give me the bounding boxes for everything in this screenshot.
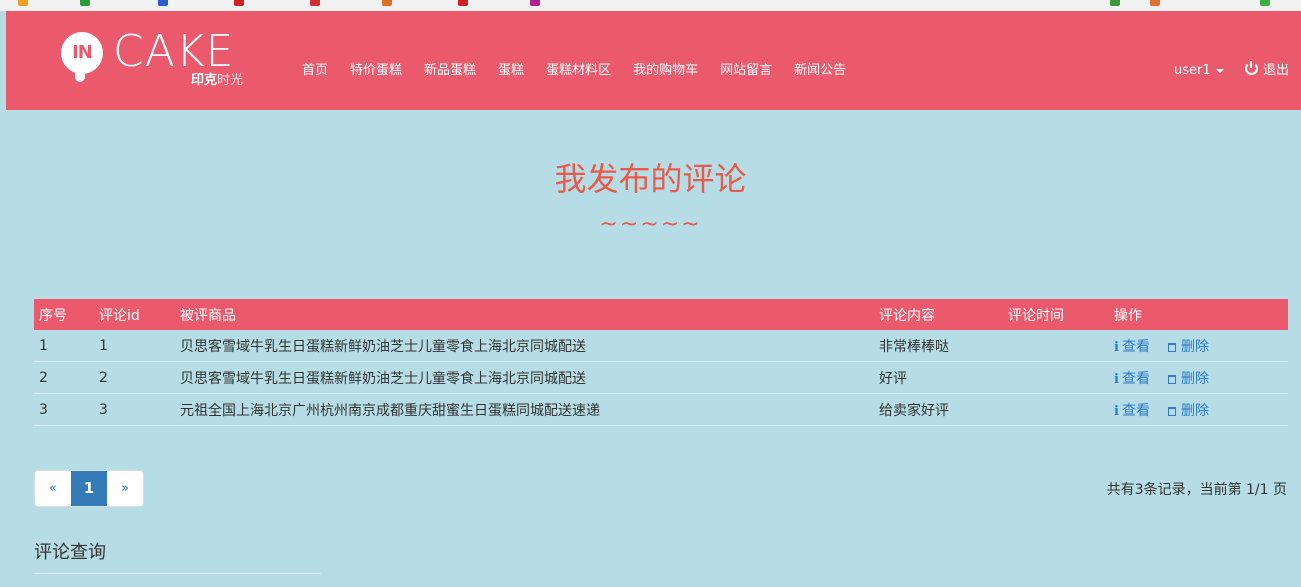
comments-table: 序号 评论id 被评商品 评论内容 评论时间 操作 1 1 贝思客雪域牛乳生日蛋… (34, 299, 1288, 426)
pagination-page-current[interactable]: 1 (71, 471, 107, 506)
cell-time (1003, 330, 1109, 362)
top-navbar: IN CAKE 印克时光 首页 特价蛋糕 新品蛋糕 蛋糕 蛋糕材料区 我的购物车… (6, 11, 1301, 110)
logo-subtitle-bold: 印克 (191, 73, 218, 88)
nav-home[interactable]: 首页 (302, 61, 328, 81)
cell-index: 3 (34, 393, 94, 426)
pagination-prev[interactable]: « (35, 471, 71, 506)
info-icon: i (1114, 339, 1119, 355)
page-title: 我发布的评论 (554, 160, 747, 198)
search-section-divider (34, 573, 321, 574)
cell-content: 好评 (874, 361, 1003, 394)
info-icon: i (1114, 371, 1119, 387)
delete-button[interactable]: 删除 (1167, 338, 1209, 355)
table-row: 3 3 元祖全国上海北京广州杭州南京成都重庆甜蜜生日蛋糕同城配送速递 给卖家好评… (34, 393, 1288, 426)
table-row: 2 2 贝思客雪域牛乳生日蛋糕新鲜奶油芝士儿童零食上海北京同城配送 好评 i 查看… (34, 361, 1288, 394)
cell-product: 贝思客雪域牛乳生日蛋糕新鲜奶油芝士儿童零食上海北京同城配送 (175, 361, 874, 394)
cell-product: 贝思客雪域牛乳生日蛋糕新鲜奶油芝士儿童零食上海北京同城配送 (175, 330, 874, 362)
cell-actions: i 查看 删除 (1109, 330, 1288, 362)
view-label: 查看 (1121, 338, 1150, 355)
info-icon: i (1114, 403, 1119, 419)
header-content: 评论内容 (874, 299, 1003, 330)
nav-news[interactable]: 新闻公告 (794, 61, 846, 81)
username: user1 (1174, 63, 1211, 78)
extension-icon[interactable] (1150, 0, 1160, 6)
pagination-next[interactable]: » (107, 471, 143, 506)
view-button[interactable]: i 查看 (1114, 403, 1150, 419)
bookmark-icon[interactable] (18, 0, 28, 6)
nav-special-cakes[interactable]: 特价蛋糕 (350, 61, 402, 81)
user-dropdown[interactable]: user1 (1174, 61, 1224, 81)
delete-button[interactable]: 删除 (1167, 402, 1209, 419)
extension-icon[interactable] (1260, 0, 1270, 6)
cell-actions: i 查看 删除 (1109, 361, 1288, 394)
delete-label: 删除 (1180, 402, 1209, 419)
logo-subtitle: 印克时光 (191, 73, 243, 89)
cell-actions: i 查看 删除 (1109, 393, 1288, 426)
bookmark-icon[interactable] (234, 0, 244, 6)
cell-content: 非常棒棒哒 (874, 330, 1003, 362)
bookmark-icon[interactable] (80, 0, 90, 6)
nav-cake-materials[interactable]: 蛋糕材料区 (546, 61, 611, 81)
table-header-row: 序号 评论id 被评商品 评论内容 评论时间 操作 (34, 299, 1288, 330)
nav-guestbook[interactable]: 网站留言 (720, 61, 772, 81)
view-label: 查看 (1121, 370, 1150, 387)
nav-new-cakes[interactable]: 新品蛋糕 (424, 61, 476, 81)
bookmark-icon[interactable] (530, 0, 540, 6)
cell-comment-id: 1 (94, 330, 175, 362)
view-label: 查看 (1121, 402, 1150, 419)
bookmark-icon[interactable] (458, 0, 468, 6)
delete-label: 删除 (1180, 338, 1209, 355)
trash-icon (1167, 342, 1176, 352)
delete-button[interactable]: 删除 (1167, 370, 1209, 387)
pagination: « 1 » (34, 470, 144, 507)
logout-label: 退出 (1263, 63, 1290, 78)
nav-cakes[interactable]: 蛋糕 (498, 61, 524, 81)
header-product: 被评商品 (175, 299, 874, 330)
cell-time (1003, 361, 1109, 394)
view-button[interactable]: i 查看 (1114, 371, 1150, 387)
cell-content: 给卖家好评 (874, 393, 1003, 426)
bookmarks-bar (0, 0, 1301, 11)
header-index: 序号 (34, 299, 94, 330)
title-decoration: ~~~~~ (599, 212, 702, 237)
logo-subtitle-rest: 时光 (217, 73, 244, 88)
cell-index: 1 (34, 330, 94, 362)
extension-icon[interactable] (1110, 0, 1120, 6)
caret-down-icon (1215, 68, 1224, 73)
logo-drip-shape (75, 70, 85, 82)
trash-icon (1167, 374, 1176, 384)
view-button[interactable]: i 查看 (1114, 339, 1150, 355)
header-time: 评论时间 (1003, 299, 1109, 330)
trash-icon (1167, 406, 1176, 416)
search-section-title: 评论查询 (34, 542, 106, 563)
cell-comment-id: 2 (94, 361, 175, 394)
header-comment-id: 评论id (94, 299, 175, 330)
record-summary: 共有3条记录，当前第 1/1 页 (1106, 482, 1287, 498)
cell-product: 元祖全国上海北京广州杭州南京成都重庆甜蜜生日蛋糕同城配送速递 (175, 393, 874, 426)
cell-index: 2 (34, 361, 94, 394)
bookmark-icon[interactable] (310, 0, 320, 6)
main-nav: 首页 特价蛋糕 新品蛋糕 蛋糕 蛋糕材料区 我的购物车 网站留言 新闻公告 (302, 61, 868, 81)
site-logo[interactable]: IN CAKE 印克时光 (61, 26, 261, 94)
logo-in-badge: IN (61, 32, 103, 74)
nav-my-cart[interactable]: 我的购物车 (633, 61, 698, 81)
cell-comment-id: 3 (94, 393, 175, 426)
table-row: 1 1 贝思客雪域牛乳生日蛋糕新鲜奶油芝士儿童零食上海北京同城配送 非常棒棒哒 … (34, 330, 1288, 362)
bookmark-icon[interactable] (382, 0, 392, 6)
logout-button[interactable]: 退出 (1245, 61, 1289, 81)
power-icon (1245, 61, 1258, 75)
bookmark-icon[interactable] (158, 0, 168, 6)
cell-time (1003, 393, 1109, 426)
delete-label: 删除 (1180, 370, 1209, 387)
header-actions: 操作 (1109, 299, 1288, 330)
